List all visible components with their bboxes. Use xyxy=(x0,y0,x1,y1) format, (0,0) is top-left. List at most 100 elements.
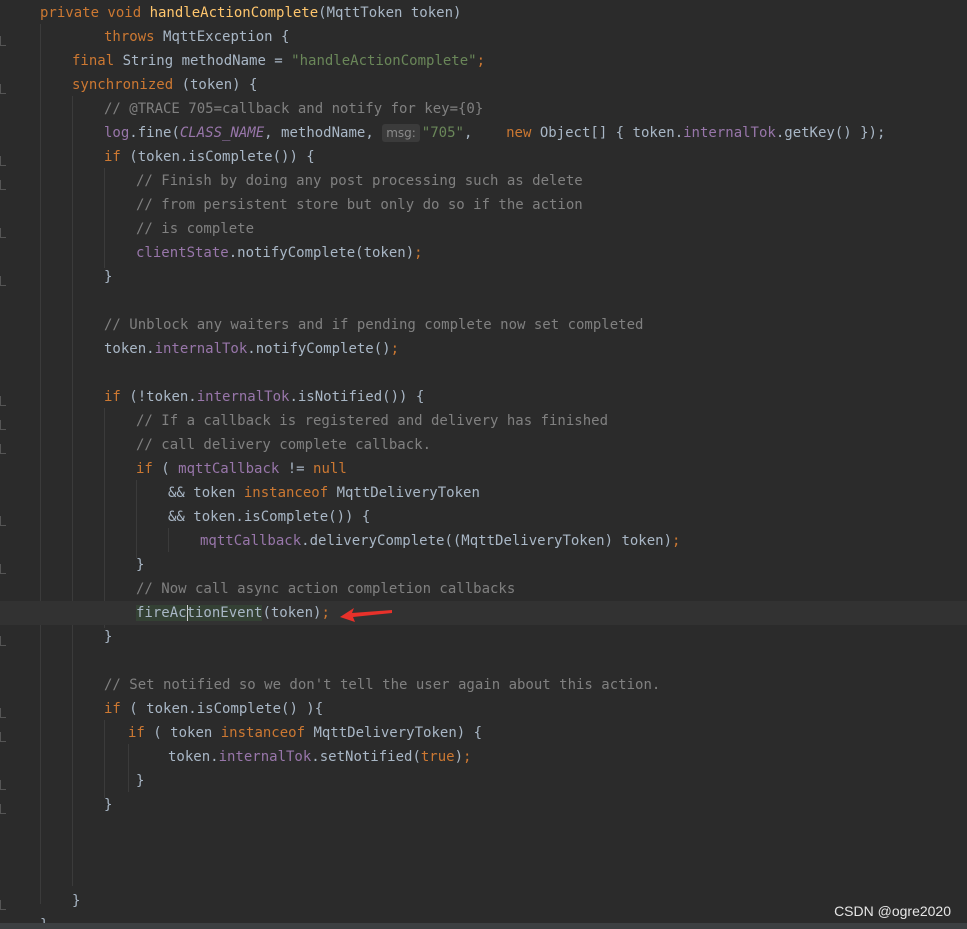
code-line[interactable]: && token.isComplete()) { xyxy=(168,505,370,529)
keyword: if xyxy=(136,461,162,477)
code-text: != xyxy=(279,461,314,477)
code-comment[interactable]: // call delivery complete callback. xyxy=(136,433,431,457)
field: internalTok xyxy=(196,389,290,405)
scrollbar-track[interactable] xyxy=(0,923,967,929)
indent-guide xyxy=(168,528,169,552)
keyword: if xyxy=(104,701,130,717)
code-line[interactable]: token.internalTok.setNotified(true); xyxy=(168,745,471,769)
fold-marker-icon[interactable] xyxy=(0,36,6,46)
keyword: throws xyxy=(104,29,164,45)
keyword: instanceof xyxy=(243,485,337,501)
code-line[interactable]: token.internalTok.notifyComplete(); xyxy=(104,337,399,361)
code-line[interactable]: if (token.isComplete()) { xyxy=(104,145,315,169)
code-comment[interactable]: // @TRACE 705=callback and notify for ke… xyxy=(104,97,483,121)
code-text: , xyxy=(463,125,507,141)
code-comment[interactable]: // If a callback is registered and deliv… xyxy=(136,409,608,433)
code-text: ) xyxy=(454,749,464,765)
code-line[interactable]: private void handleActionComplete(MqttTo… xyxy=(40,1,461,25)
code-text: .notifyComplete(token) xyxy=(228,245,415,261)
code-text: Object[] { token. xyxy=(539,125,684,141)
semicolon: ; xyxy=(476,53,486,69)
code-text: (!token. xyxy=(129,389,197,405)
fold-marker-icon[interactable] xyxy=(0,444,6,454)
code-text: token. xyxy=(168,749,219,765)
code-line[interactable]: fireActionEvent(token); xyxy=(136,601,330,625)
fold-marker-icon[interactable] xyxy=(0,84,6,94)
code-line[interactable]: throws MqttException { xyxy=(104,25,289,49)
code-text: (MqttToken token) xyxy=(318,5,462,21)
fold-marker-icon[interactable] xyxy=(0,636,6,646)
code-text: && token xyxy=(168,485,244,501)
fold-marker-icon[interactable] xyxy=(0,276,6,286)
semicolon: ; xyxy=(414,245,423,261)
keyword: if xyxy=(104,149,130,165)
closing-brace[interactable]: } xyxy=(136,769,144,793)
code-text: tionEvent xyxy=(186,605,263,621)
keyword: synchronized xyxy=(72,77,182,93)
fold-marker-icon[interactable] xyxy=(0,780,6,790)
closing-brace[interactable]: } xyxy=(104,793,112,817)
indent-guide xyxy=(104,720,105,798)
keyword: if xyxy=(104,389,130,405)
fold-marker-icon[interactable] xyxy=(0,804,6,814)
fold-marker-icon[interactable] xyxy=(0,156,6,166)
field: internalTok xyxy=(218,749,312,765)
semicolon: ; xyxy=(463,749,472,765)
code-comment[interactable]: // Unblock any waiters and if pending co… xyxy=(104,313,643,337)
indent-guide xyxy=(136,480,137,558)
fold-marker-icon[interactable] xyxy=(0,420,6,430)
parameter-hint: msg: xyxy=(382,124,420,142)
indent-guide xyxy=(40,24,41,904)
field: log xyxy=(104,125,130,141)
red-arrow-icon xyxy=(340,608,392,622)
code-line[interactable]: if ( mqttCallback != null xyxy=(136,457,347,481)
code-text: MqttException { xyxy=(163,29,290,45)
closing-brace[interactable]: } xyxy=(104,265,112,289)
code-text: ( token.isComplete() ){ xyxy=(129,701,324,717)
closing-brace[interactable]: } xyxy=(136,553,144,577)
semicolon: ; xyxy=(390,341,400,357)
code-line[interactable]: if (!token.internalTok.isNotified()) { xyxy=(104,385,424,409)
fold-marker-icon[interactable] xyxy=(0,708,6,718)
code-line[interactable]: mqttCallback.deliveryComplete((MqttDeliv… xyxy=(200,529,680,553)
code-comment[interactable]: // Set notified so we don't tell the use… xyxy=(104,673,660,697)
code-line[interactable]: && token instanceof MqttDeliveryToken xyxy=(168,481,480,505)
code-text: .getKey() }); xyxy=(775,125,886,141)
code-text: , methodName, xyxy=(264,125,383,141)
code-comment[interactable]: // Now call async action completion call… xyxy=(136,577,515,601)
string-literal: "705" xyxy=(421,125,464,141)
code-text: .notifyComplete() xyxy=(247,341,391,357)
code-line[interactable]: final String methodName = "handleActionC… xyxy=(72,49,485,73)
code-text: token. xyxy=(104,341,155,357)
semicolon: ; xyxy=(321,605,330,621)
constant: CLASS_NAME xyxy=(179,125,265,141)
code-line[interactable]: clientState.notifyComplete(token); xyxy=(136,241,423,265)
code-line[interactable]: synchronized (token) { xyxy=(72,73,257,97)
code-comment[interactable]: // from persistent store but only do so … xyxy=(136,193,583,217)
code-editor[interactable]: private void handleActionComplete(MqttTo… xyxy=(0,0,967,929)
code-text: MqttDeliveryToken) { xyxy=(313,725,483,741)
fold-marker-icon[interactable] xyxy=(0,732,6,742)
code-line[interactable]: if ( token instanceof MqttDeliveryToken)… xyxy=(128,721,482,745)
keyword: null xyxy=(313,461,347,477)
indent-guide xyxy=(104,408,105,628)
keyword: private void xyxy=(40,5,150,21)
code-text: ( xyxy=(161,461,179,477)
fold-marker-icon[interactable] xyxy=(0,516,6,526)
fold-marker-icon[interactable] xyxy=(0,564,6,574)
code-line[interactable]: if ( token.isComplete() ){ xyxy=(104,697,323,721)
highlighted-method-call[interactable]: fireActionEvent xyxy=(136,605,263,621)
fold-marker-icon[interactable] xyxy=(0,180,6,190)
fold-marker-icon[interactable] xyxy=(0,396,6,406)
code-line[interactable]: log.fine(CLASS_NAME, methodName, msg: "70… xyxy=(104,121,885,145)
closing-brace[interactable]: } xyxy=(104,625,112,649)
code-text: MqttDeliveryToken xyxy=(336,485,480,501)
fold-marker-icon[interactable] xyxy=(0,900,6,910)
code-comment[interactable]: // Finish by doing any post processing s… xyxy=(136,169,583,193)
closing-brace[interactable]: } xyxy=(72,889,80,913)
code-text: && token.isComplete()) { xyxy=(168,509,371,525)
fold-marker-icon[interactable] xyxy=(0,228,6,238)
watermark: CSDN @ogre2020 xyxy=(834,903,951,919)
keyword: final xyxy=(72,53,123,69)
code-comment[interactable]: // is complete xyxy=(136,217,254,241)
